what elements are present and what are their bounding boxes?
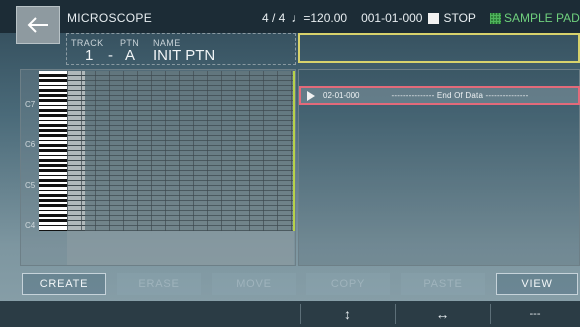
transport-state: STOP xyxy=(443,11,476,25)
black-key xyxy=(39,199,67,202)
event-description: --------------- End Of Data ------------… xyxy=(391,91,529,100)
event-position: 02-01-000 xyxy=(323,91,360,100)
black-key xyxy=(39,114,67,117)
footer-bar: ↕ ↔ --- xyxy=(0,301,580,327)
black-key xyxy=(39,214,67,217)
erase-button[interactable]: ERASE xyxy=(117,273,201,295)
track-info[interactable]: TRACK 1 - PTN A NAME INIT PTN xyxy=(66,33,296,65)
black-key xyxy=(39,79,67,82)
track-value: 1 xyxy=(85,47,94,64)
tempo: ♩=120.00 xyxy=(291,11,348,25)
pattern-value: A xyxy=(125,47,136,64)
black-key xyxy=(39,129,67,132)
octave-label-c5: C5 xyxy=(25,181,36,190)
event-detail-field[interactable] xyxy=(298,33,580,63)
arrow-left-icon xyxy=(27,17,48,33)
vertical-zoom-icon[interactable]: ↕ xyxy=(300,301,395,327)
event-row[interactable]: 02-01-000 --------------- End Of Data --… xyxy=(299,86,580,105)
black-key xyxy=(39,194,67,197)
black-key xyxy=(39,219,67,222)
copy-button[interactable]: COPY xyxy=(306,273,390,295)
view-button[interactable]: VIEW xyxy=(496,273,578,295)
octave-label-c6: C6 xyxy=(25,140,36,149)
black-key xyxy=(39,89,67,92)
black-key xyxy=(39,144,67,147)
pattern-name: INIT PTN xyxy=(153,47,216,64)
paste-button[interactable]: PASTE xyxy=(401,273,485,295)
sample-pad-icon xyxy=(489,12,501,24)
play-icon xyxy=(307,90,315,101)
octave-label-c7: C7 xyxy=(25,100,36,109)
move-button[interactable]: MOVE xyxy=(212,273,296,295)
black-key xyxy=(39,149,67,152)
black-key xyxy=(39,124,67,127)
black-key xyxy=(39,134,67,137)
velocity-lane[interactable] xyxy=(67,231,294,265)
stop-icon xyxy=(428,12,440,24)
black-key xyxy=(39,204,67,207)
footer-value: --- xyxy=(529,308,541,320)
app-title: MICROSCOPE xyxy=(67,11,153,25)
create-button[interactable]: CREATE xyxy=(22,273,106,295)
octave-label-c4: C4 xyxy=(25,221,36,230)
time-signature: 4 / 4 xyxy=(262,11,286,25)
black-key xyxy=(39,99,67,102)
black-key xyxy=(39,109,67,112)
playhead xyxy=(293,71,295,231)
track-dash: - xyxy=(108,47,113,64)
event-list[interactable]: 02-01-000 --------------- End Of Data --… xyxy=(298,69,580,266)
black-key xyxy=(39,179,67,182)
back-button[interactable] xyxy=(16,6,60,44)
black-key xyxy=(39,184,67,187)
note-grid[interactable] xyxy=(67,71,294,231)
piano-roll[interactable]: C7 C6 C5 C4 xyxy=(20,69,296,266)
black-key xyxy=(39,169,67,172)
mode-label[interactable]: SAMPLE PAD xyxy=(504,11,580,25)
black-key xyxy=(39,94,67,97)
black-key xyxy=(39,74,67,77)
song-position: 001-01-000 xyxy=(361,11,423,25)
status-bar: 4 / 4 ♩=120.00 001-01-000 STOP SAMPLE PA… xyxy=(262,11,580,25)
black-key xyxy=(39,159,67,162)
horizontal-zoom-icon[interactable]: ↔ xyxy=(395,301,490,327)
black-key xyxy=(39,164,67,167)
